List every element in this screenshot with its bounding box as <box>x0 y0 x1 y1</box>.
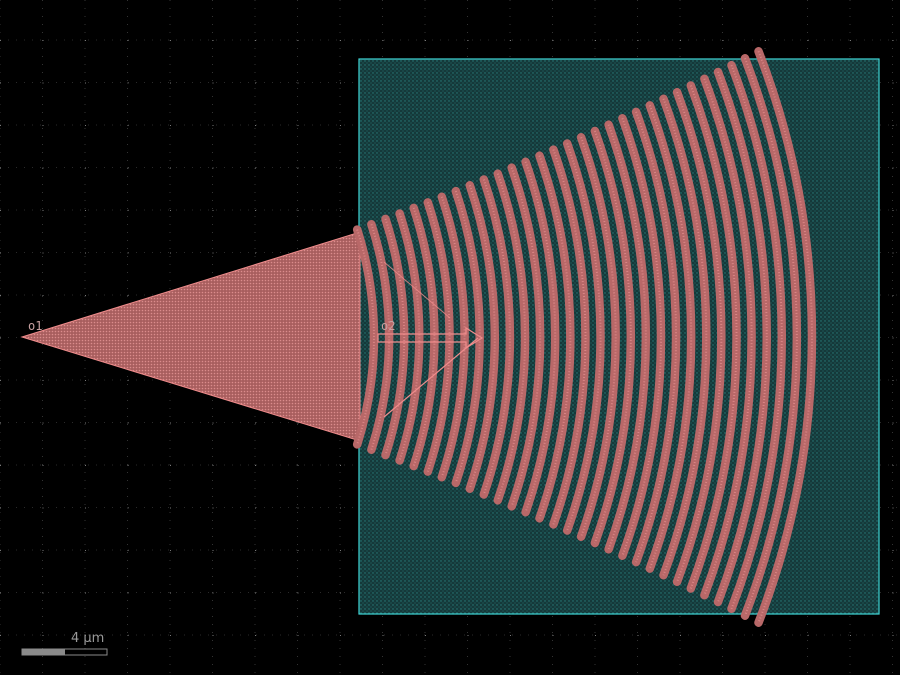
scale-bar-fill <box>22 649 65 655</box>
taper-wedge[interactable] <box>20 231 361 442</box>
port-label-o1: o1 <box>28 319 42 333</box>
scale-bar-label: 4 μm <box>71 631 104 646</box>
layout-canvas[interactable]: o1 o2 4 μm <box>0 0 900 675</box>
port-label-o2: o2 <box>381 319 395 333</box>
scale-bar: 4 μm <box>21 631 108 656</box>
